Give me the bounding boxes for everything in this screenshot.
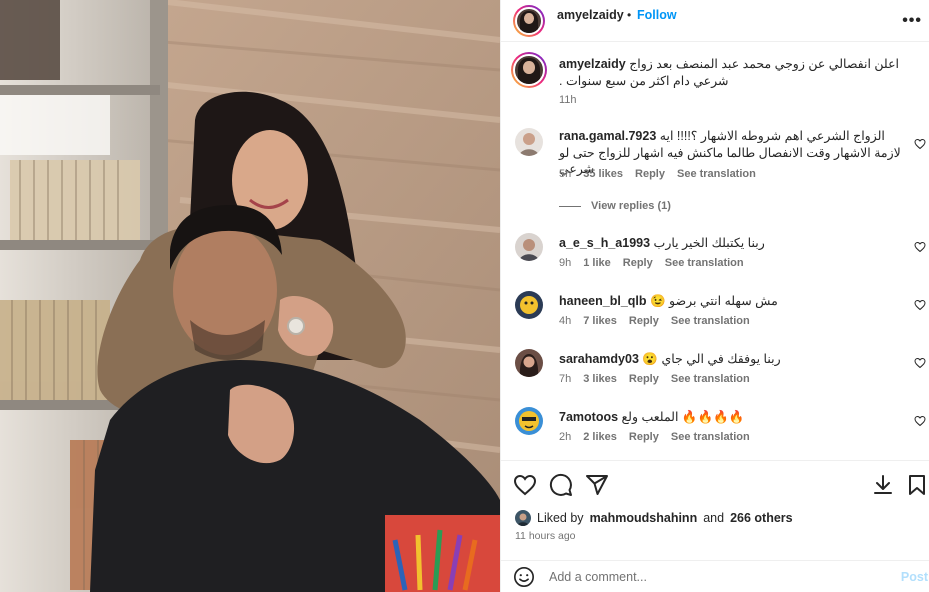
comment-username[interactable]: rana.gamal.7923 <box>559 129 656 143</box>
share-icon[interactable] <box>585 473 609 497</box>
liked-by-others[interactable]: 266 others <box>730 511 793 525</box>
comment-item: haneen_bl_qlb مش سهله انتي برضو 😉 4h 7 l… <box>511 291 926 331</box>
comment-likes[interactable]: 1 like <box>583 257 611 269</box>
comment-text: ربنا يكتبلك الخير يارب <box>653 236 765 250</box>
post-caption: amyelzaidy اعلن انفصالي عن زوجي محمد عبد… <box>511 52 921 112</box>
more-options-icon[interactable]: ••• <box>902 12 922 30</box>
comment-heart-icon[interactable] <box>914 299 926 311</box>
comment-username[interactable]: a_e_s_h_a1993 <box>559 236 650 250</box>
commenter-avatar[interactable] <box>515 407 543 435</box>
comment-icon[interactable] <box>549 473 573 497</box>
add-comment-bar: Post <box>501 560 929 592</box>
see-translation-link[interactable]: See translation <box>671 431 750 443</box>
post-action-bar <box>501 460 929 506</box>
see-translation-link[interactable]: See translation <box>671 373 750 385</box>
caption-author-avatar[interactable] <box>511 52 547 88</box>
commenter-avatar[interactable] <box>515 291 543 319</box>
commenter-avatar[interactable] <box>515 128 543 156</box>
comment-heart-icon[interactable] <box>914 415 926 427</box>
reply-button[interactable]: Reply <box>623 257 653 269</box>
liked-by-prefix: Liked by <box>537 511 584 525</box>
comment-text: ربنا يوفقك في الي جاي 😮 <box>642 352 781 366</box>
see-translation-link[interactable]: See translation <box>671 315 750 327</box>
caption-timestamp[interactable]: 11h <box>559 94 577 106</box>
emoji-icon[interactable] <box>513 566 535 588</box>
comment-likes[interactable]: 2 likes <box>583 431 617 443</box>
comment-likes[interactable]: 3 likes <box>583 373 617 385</box>
likes-summary: Liked by mahmoudshahinn and 266 others <box>515 510 793 526</box>
comment-time[interactable]: 5h <box>559 168 571 180</box>
post-details-panel: amyelzaidy • Follow ••• amyelzaidy اعلن … <box>500 0 929 592</box>
liked-by-user[interactable]: mahmoudshahinn <box>590 511 698 525</box>
post-comment-button[interactable]: Post <box>901 570 928 584</box>
post-timestamp[interactable]: 11 hours ago <box>515 530 576 542</box>
comment-time[interactable]: 2h <box>559 431 571 443</box>
comment-likes[interactable]: 35 likes <box>583 168 623 180</box>
see-translation-link[interactable]: See translation <box>665 257 744 269</box>
comment-username[interactable]: haneen_bl_qlb <box>559 294 647 308</box>
comment-item: a_e_s_h_a1993 ربنا يكتبلك الخير يارب 9h … <box>511 233 926 273</box>
commenter-avatar[interactable] <box>515 233 543 261</box>
comment-heart-icon[interactable] <box>914 241 926 253</box>
author-avatar[interactable] <box>513 5 545 37</box>
caption-username[interactable]: amyelzaidy <box>559 57 626 71</box>
separator-dot: • <box>627 8 632 22</box>
comment-heart-icon[interactable] <box>914 138 926 150</box>
reply-button[interactable]: Reply <box>635 168 665 180</box>
see-translation-link[interactable]: See translation <box>677 168 756 180</box>
comment-time[interactable]: 7h <box>559 373 571 385</box>
reply-button[interactable]: Reply <box>629 315 659 327</box>
comment-username[interactable]: sarahamdy03 <box>559 352 639 366</box>
comment-time[interactable]: 9h <box>559 257 571 269</box>
post-photo[interactable] <box>0 0 500 592</box>
comment-likes[interactable]: 7 likes <box>583 315 617 327</box>
comment-text: 🔥🔥🔥🔥 الملعب ولع <box>621 410 745 424</box>
couple-photo-image <box>0 0 500 592</box>
heart-icon[interactable] <box>513 473 537 497</box>
comment-item: rana.gamal.7923 الزواج الشرعي اهم شروطه … <box>511 128 926 188</box>
view-replies-line <box>559 205 581 207</box>
reply-button[interactable]: Reply <box>629 373 659 385</box>
comment-item: 7amotoos 🔥🔥🔥🔥 الملعب ولع 2h 2 likes Repl… <box>511 407 926 447</box>
download-icon[interactable] <box>871 473 895 497</box>
comment-heart-icon[interactable] <box>914 357 926 369</box>
view-replies-label: View replies (1) <box>591 200 671 212</box>
comment-time[interactable]: 4h <box>559 315 571 327</box>
post-header: amyelzaidy • Follow ••• <box>501 0 929 42</box>
liked-by-and: and <box>703 511 725 525</box>
author-username[interactable]: amyelzaidy <box>557 8 624 22</box>
view-replies-button[interactable]: View replies (1) <box>559 200 671 212</box>
liker-avatar[interactable] <box>515 510 531 526</box>
comment-item: sarahamdy03 ربنا يوفقك في الي جاي 😮 7h 3… <box>511 349 926 389</box>
bookmark-icon[interactable] <box>905 473 929 497</box>
reply-button[interactable]: Reply <box>629 431 659 443</box>
comment-text: مش سهله انتي برضو 😉 <box>650 294 778 308</box>
follow-button[interactable]: Follow <box>637 8 677 22</box>
commenter-avatar[interactable] <box>515 349 543 377</box>
comment-input[interactable] <box>549 567 869 587</box>
comment-username[interactable]: 7amotoos <box>559 410 618 424</box>
